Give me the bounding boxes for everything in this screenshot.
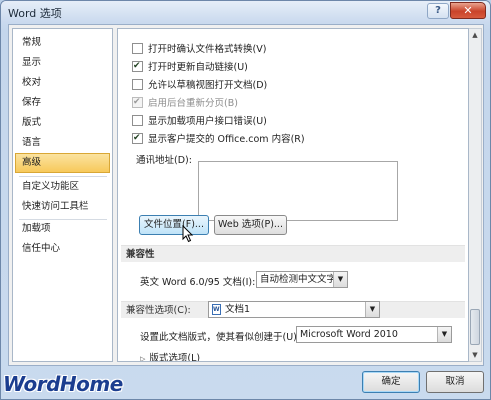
compat-options-value: 文档1 (225, 304, 251, 315)
checkbox[interactable] (132, 42, 143, 54)
scroll-thumb[interactable] (470, 309, 480, 345)
word-options-dialog: Word 选项 ? ✕ 常规 显示 校对 保存 版式 语言 高级 自定义功能区 … (0, 0, 491, 400)
checkbox[interactable] (132, 132, 143, 144)
sidebar-item-display[interactable]: 显示 (15, 53, 110, 73)
dialog-body: 常规 显示 校对 保存 版式 语言 高级 自定义功能区 快速访问工具栏 加载项 … (8, 24, 484, 366)
mailing-address-input[interactable] (198, 161, 398, 221)
options-sidebar: 常规 显示 校对 保存 版式 语言 高级 自定义功能区 快速访问工具栏 加载项 … (12, 28, 113, 362)
word6-docs-value: 自动检测中文文字 (260, 274, 337, 285)
option-confirm-format-conversion[interactable]: 打开时确认文件格式转换(V) (132, 40, 266, 56)
document-icon (212, 304, 221, 315)
cancel-button[interactable]: 取消 (426, 371, 484, 393)
chevron-down-icon[interactable]: ▼ (333, 272, 347, 287)
vertical-scrollbar[interactable]: ▲ ▼ (469, 28, 482, 362)
sidebar-item-trust-center[interactable]: 信任中心 (15, 239, 110, 259)
checkbox[interactable] (132, 60, 143, 72)
option-show-office-com-content[interactable]: 显示客户提交的 Office.com 内容(R) (132, 130, 305, 146)
compat-options-select[interactable]: 文档1 ▼ (208, 301, 380, 318)
file-locations-button[interactable]: 文件位置(F)... (139, 215, 209, 235)
wordhome-watermark-logo: WordHome (3, 372, 123, 396)
scroll-up-icon[interactable]: ▲ (470, 30, 480, 40)
close-button[interactable]: ✕ (450, 2, 486, 19)
layout-compat-label: 设置此文档版式，使其看似创建于(U): (140, 332, 301, 343)
web-options-button[interactable]: Web 选项(P)... (214, 215, 287, 235)
option-label: 显示客户提交的 Office.com 内容(R) (148, 134, 305, 145)
layout-compat-select[interactable]: Microsoft Word 2010 ▼ (296, 326, 452, 343)
mouse-pointer-icon (182, 225, 194, 243)
sidebar-item-proofing[interactable]: 校对 (15, 73, 110, 93)
checkbox[interactable] (132, 114, 143, 126)
checkbox[interactable] (132, 78, 143, 90)
chevron-down-icon[interactable]: ▼ (365, 302, 379, 317)
option-label: 打开时更新自动链接(U) (148, 62, 248, 73)
compat-options-label: 兼容性选项(C): (126, 305, 191, 316)
sidebar-item-save[interactable]: 保存 (15, 93, 110, 113)
chevron-down-icon[interactable]: ▼ (437, 327, 451, 342)
sidebar-item-language[interactable]: 语言 (15, 133, 110, 153)
advanced-options-panel: 打开时确认文件格式转换(V) 打开时更新自动链接(U) 允许以草稿视图打开文档(… (117, 28, 469, 362)
layout-compat-value: Microsoft Word 2010 (300, 329, 398, 340)
word6-docs-select[interactable]: 自动检测中文文字 ▼ (256, 271, 348, 288)
sidebar-item-advanced[interactable]: 高级 (15, 153, 110, 173)
option-update-auto-links[interactable]: 打开时更新自动链接(U) (132, 58, 248, 74)
window-title: Word 选项 (8, 7, 62, 20)
compatibility-section-header: 兼容性 (121, 245, 465, 262)
checkbox (132, 96, 143, 108)
ok-button[interactable]: 确定 (362, 371, 420, 393)
option-open-in-draft-view[interactable]: 允许以草稿视图打开文档(D) (132, 76, 267, 92)
sidebar-item-customize-ribbon[interactable]: 自定义功能区 (15, 177, 110, 197)
layout-options-expander[interactable]: ▷ 版式选项(L) (140, 350, 201, 362)
mailing-address-label: 通讯地址(D): (136, 155, 192, 166)
option-label: 打开时确认文件格式转换(V) (148, 44, 267, 55)
option-label: 显示加载项用户接口错误(U) (148, 116, 267, 127)
sidebar-item-add-ins[interactable]: 加载项 (15, 219, 110, 239)
option-label: 允许以草稿视图打开文档(D) (148, 80, 268, 91)
expand-triangle-icon: ▷ (140, 355, 146, 362)
sidebar-item-quick-access-toolbar[interactable]: 快速访问工具栏 (15, 197, 110, 217)
option-show-addin-ui-errors[interactable]: 显示加载项用户接口错误(U) (132, 112, 267, 128)
help-button[interactable]: ? (427, 3, 449, 19)
option-label: 启用后台重新分页(B) (148, 98, 238, 109)
sidebar-item-layout[interactable]: 版式 (15, 113, 110, 133)
option-background-repagination: 启用后台重新分页(B) (132, 94, 238, 110)
sidebar-item-general[interactable]: 常规 (15, 33, 110, 53)
scroll-down-icon[interactable]: ▼ (470, 350, 480, 360)
word6-docs-label: 英文 Word 6.0/95 文档(I): (140, 277, 256, 288)
layout-options-label: 版式选项(L) (149, 353, 201, 362)
title-bar: Word 选项 ? ✕ (1, 1, 490, 23)
